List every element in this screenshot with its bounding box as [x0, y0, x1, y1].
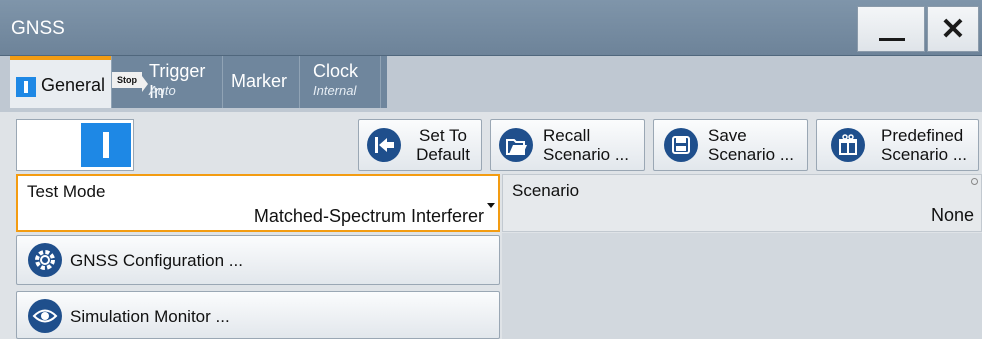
stop-badge: Stop [112, 72, 142, 88]
tab-marker-label: Marker [231, 71, 288, 91]
test-mode-dropdown[interactable]: Test Mode Matched-Spectrum Interferer [16, 174, 500, 232]
eye-icon [28, 299, 62, 333]
tab-general[interactable]: General [10, 56, 111, 108]
simulation-monitor-button[interactable]: Simulation Monitor ... [16, 291, 500, 339]
tab-clock-label: Clock [313, 61, 359, 81]
minimize-icon [879, 38, 905, 41]
simulation-monitor-label: Simulation Monitor ... [70, 307, 230, 326]
tab-clock[interactable]: Clock Internal [299, 56, 381, 108]
save-label: Save Scenario ... [708, 126, 794, 164]
set-to-default-button[interactable]: Set To Default [358, 119, 482, 171]
recall-scenario-button[interactable]: Recall Scenario ... [490, 119, 645, 171]
folder-open-icon [499, 128, 533, 162]
predefined-scenario-button[interactable]: Predefined Scenario ... [816, 119, 979, 171]
window-title: GNSS [11, 18, 65, 39]
set-default-label: Set To Default [416, 126, 470, 164]
tab-clock-sub: Internal [313, 83, 357, 98]
predefined-label: Predefined Scenario ... [881, 126, 967, 164]
save-icon [664, 128, 698, 162]
scenario-value: None [930, 205, 974, 225]
chevron-down-icon [487, 203, 495, 208]
state-on-icon [16, 77, 36, 97]
gift-box-icon [831, 128, 865, 162]
tab-marker[interactable]: Marker [222, 56, 299, 108]
gnss-configuration-label: GNSS Configuration ... [70, 251, 243, 270]
close-icon: ✕ [940, 13, 966, 46]
close-button[interactable]: ✕ [927, 6, 979, 52]
tab-general-label: General [41, 75, 106, 95]
test-mode-value: Matched-Spectrum Interferer [253, 206, 484, 226]
tab-trigger-in[interactable]: Stop Trigger In Auto [111, 56, 222, 108]
scenario-label: Scenario [512, 181, 580, 200]
save-scenario-button[interactable]: Save Scenario ... [653, 119, 808, 171]
recall-label: Recall Scenario ... [543, 126, 629, 164]
set-default-icon [367, 128, 401, 162]
scenario-field: Scenario None [502, 174, 982, 232]
gear-icon [28, 243, 62, 277]
readonly-icon [971, 178, 978, 185]
gnss-configuration-button[interactable]: GNSS Configuration ... [16, 235, 500, 285]
minimize-button[interactable] [857, 6, 925, 52]
toggle-on-indicator [81, 123, 131, 167]
test-mode-label: Test Mode [27, 182, 106, 201]
tab-trigger-sub: Auto [149, 83, 176, 98]
empty-panel [502, 233, 982, 339]
title-bar [0, 0, 982, 56]
